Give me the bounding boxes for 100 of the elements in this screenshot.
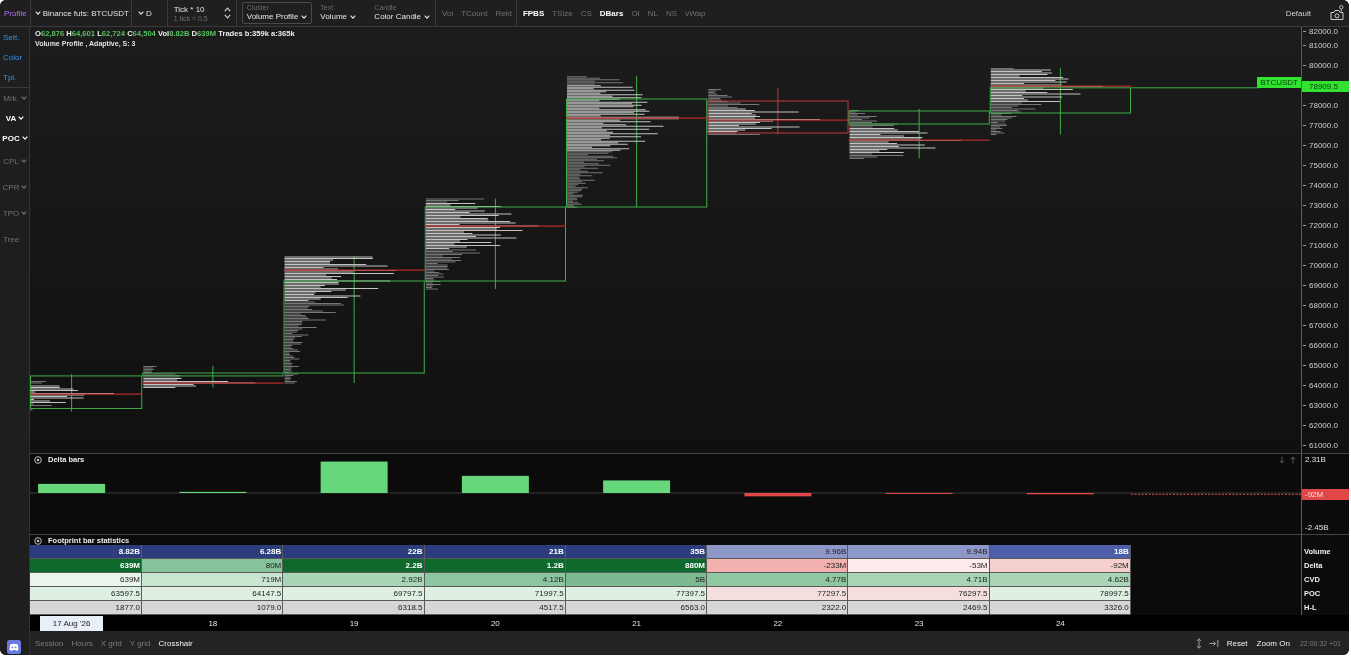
sidebar-toggle[interactable]: VA xyxy=(0,108,29,128)
status-toggle[interactable]: Hours xyxy=(67,635,97,651)
price-label: 76000.0 xyxy=(1302,141,1349,151)
table-cell: 5B xyxy=(565,573,707,587)
axis-label: 2.31B xyxy=(1305,455,1326,465)
sidebar-link[interactable]: Sett. xyxy=(0,27,29,47)
toggle-button[interactable]: Rekt xyxy=(491,4,516,22)
timeframe-dropdown[interactable]: D xyxy=(131,4,167,22)
table-cell: 880M xyxy=(565,559,707,573)
step-down-button[interactable] xyxy=(223,14,231,19)
sidebar-toggle[interactable]: CPL xyxy=(0,148,29,174)
table-cell: 639M xyxy=(30,573,142,587)
date-label: 24 xyxy=(1055,617,1065,630)
caret-icon xyxy=(21,211,28,215)
toggle-button[interactable]: TCount xyxy=(457,4,492,22)
tick-size-value: Tick * 10 xyxy=(173,5,205,15)
toggle-button[interactable]: OI xyxy=(627,4,644,22)
screenshot-button[interactable] xyxy=(1330,4,1344,22)
table-cell: -53M xyxy=(848,559,990,573)
price-label: 70000.0 xyxy=(1302,261,1349,271)
symbol-tag: BTCUSDT xyxy=(1257,77,1301,88)
table-cell: 71997.5 xyxy=(424,587,566,601)
last-price-tag: 78909.5 xyxy=(1302,80,1349,92)
sidebar-toggle[interactable]: POC xyxy=(0,128,29,148)
caret-icon xyxy=(21,185,28,189)
toggle-button[interactable]: DBars xyxy=(595,4,628,22)
table-cell: -92M xyxy=(989,559,1131,573)
caret-icon xyxy=(20,159,27,163)
price-label: 74000.0 xyxy=(1302,181,1349,191)
date-label: 22 xyxy=(773,617,783,630)
table-cell: 1.2B xyxy=(424,559,566,573)
table-cell: 4.12B xyxy=(424,573,566,587)
caret-icon xyxy=(301,15,308,19)
template-button[interactable]: Default xyxy=(1282,4,1314,22)
price-label: 65000.0 xyxy=(1302,361,1349,371)
delta-bar xyxy=(603,480,671,493)
price-label: 72000.0 xyxy=(1302,221,1349,231)
table-cell: 80M xyxy=(142,559,284,573)
mode-button[interactable]: Profile xyxy=(0,4,30,22)
price-label: 68000.0 xyxy=(1302,301,1349,311)
price-label: 64000.0 xyxy=(1302,381,1349,391)
sidebar-link[interactable]: Tpl. xyxy=(0,67,29,87)
sidebar-toggle[interactable]: CPR xyxy=(0,174,29,200)
sidebar-toggle[interactable]: TPO xyxy=(0,200,29,226)
arrow-to-bar-icon[interactable] xyxy=(1208,638,1219,648)
date-label: 23 xyxy=(914,617,924,630)
ring-icon xyxy=(34,455,42,464)
table-cell: 9.96B xyxy=(707,545,849,559)
caret-icon xyxy=(350,15,357,19)
caret-icon xyxy=(20,96,27,100)
table-cell: 4.71B xyxy=(848,573,990,587)
toggle-button[interactable]: NL xyxy=(643,4,663,22)
up-down-arrow-icon[interactable] xyxy=(1195,637,1202,649)
delta-bar xyxy=(320,461,388,493)
caret-icon xyxy=(21,136,28,140)
status-toggle[interactable]: Crosshair xyxy=(154,635,197,651)
toggle-button[interactable]: Vol xyxy=(438,4,458,22)
down-arrow-icon[interactable] xyxy=(1279,456,1285,464)
toggle-button[interactable]: CS xyxy=(576,4,596,22)
status-toggle[interactable]: X grid xyxy=(96,635,126,651)
toggle-button[interactable]: NS xyxy=(662,4,682,22)
delta-bar xyxy=(744,493,812,497)
status-toggle[interactable]: Session xyxy=(31,635,68,651)
last-value-tag: -92M xyxy=(1302,488,1349,500)
toggle-button[interactable]: TSize xyxy=(548,4,577,22)
table-cell: 1877.0 xyxy=(30,601,142,615)
price-label: 75000.0 xyxy=(1302,161,1349,171)
price-label: 77000.0 xyxy=(1302,121,1349,131)
caret-icon xyxy=(424,15,431,19)
table-cell: 22B xyxy=(283,545,425,559)
table-cell: 6563.0 xyxy=(565,601,707,615)
action-button[interactable]: Reset xyxy=(1225,635,1249,651)
delta-bar xyxy=(38,483,106,493)
table-cell: 78997.5 xyxy=(989,587,1131,601)
sidebar-link[interactable]: Color xyxy=(0,47,29,67)
price-label: 82000.0 xyxy=(1302,27,1349,36)
sidebar-toggle[interactable]: Tree xyxy=(0,226,29,252)
table-cell: 77397.5 xyxy=(565,587,707,601)
step-up-button[interactable] xyxy=(223,7,231,12)
caret-icon xyxy=(34,11,41,15)
toggle-button[interactable]: FPBS xyxy=(518,4,549,22)
table-cell: 3326.0 xyxy=(989,601,1131,615)
sidebar-toggle[interactable]: Mrk. xyxy=(0,88,29,108)
status-toggle[interactable]: Y grid xyxy=(125,635,155,651)
chevron-down-icon xyxy=(223,14,231,19)
chat-logo-icon[interactable] xyxy=(7,640,21,654)
table-cell: 8.82B xyxy=(30,545,142,559)
toggle-button[interactable]: vWap xyxy=(681,4,710,22)
table-cell: 64147.5 xyxy=(142,587,284,601)
up-arrow-icon[interactable] xyxy=(1290,456,1296,464)
price-label: 73000.0 xyxy=(1302,201,1349,211)
action-button[interactable]: Zoom On xyxy=(1255,635,1291,651)
price-label: 80000.0 xyxy=(1302,61,1349,71)
caret-icon xyxy=(18,116,25,120)
table-cell: 76297.5 xyxy=(848,587,990,601)
axis-label: -2.45B xyxy=(1305,523,1329,533)
price-label: 61000.0 xyxy=(1302,441,1349,451)
table-cell: 719M xyxy=(142,573,284,587)
table-cell: 18B xyxy=(989,545,1131,559)
symbol-dropdown[interactable]: Binance futs: BTCUSDT xyxy=(30,4,131,22)
